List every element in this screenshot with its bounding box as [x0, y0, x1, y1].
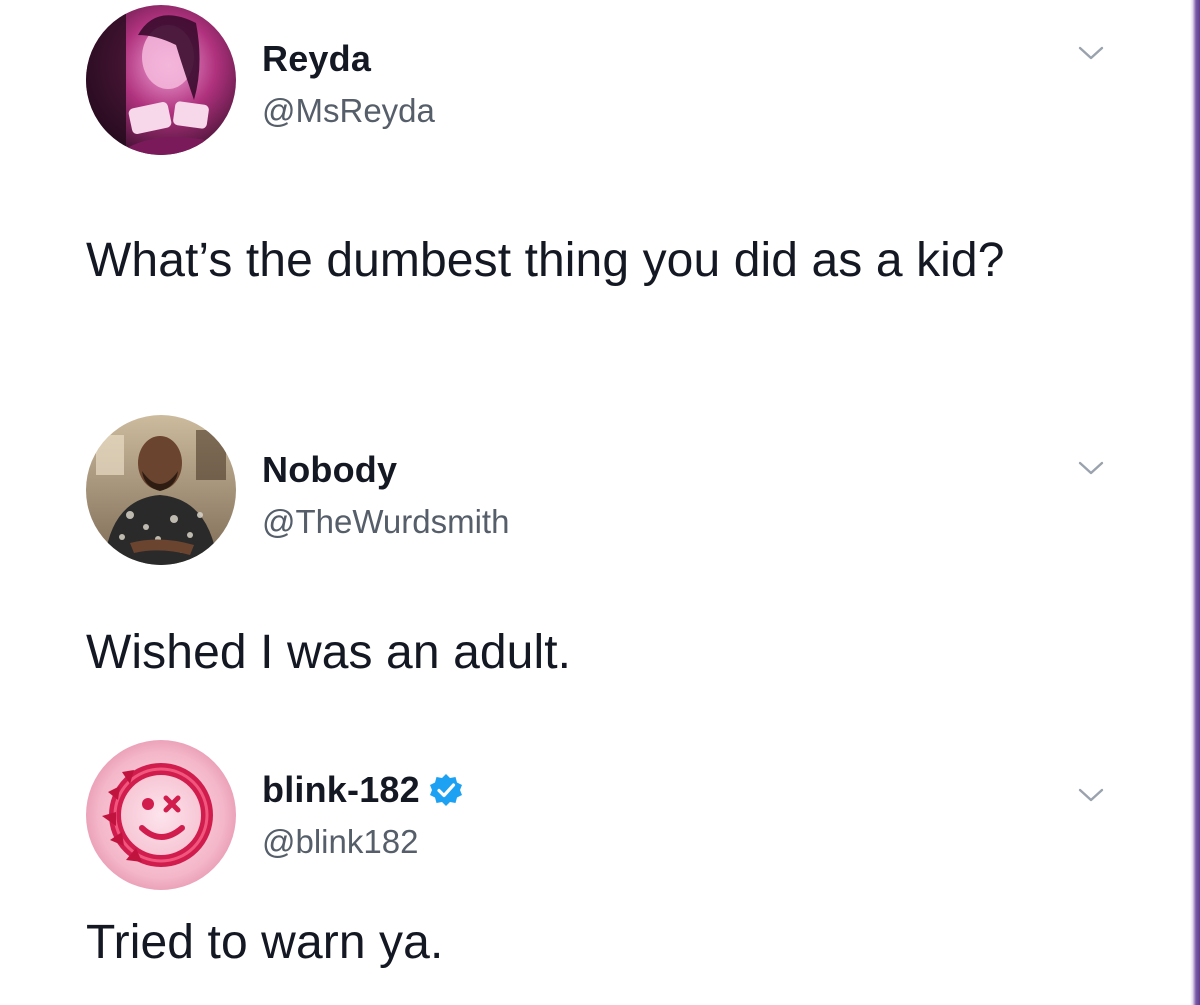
- tweet: Reyda @MsReyda What’s the dumbest thing …: [0, 0, 1190, 400]
- chevron-down-icon[interactable]: [1074, 457, 1108, 479]
- frame-edge: [1190, 0, 1200, 1005]
- avatar[interactable]: [86, 5, 236, 155]
- tweet: blink-182 @blink182 Tried to warn ya.: [0, 710, 1190, 1005]
- user-handle[interactable]: @TheWurdsmith: [262, 503, 509, 541]
- smiley-logo-avatar: [86, 740, 236, 890]
- avatar[interactable]: [86, 415, 236, 565]
- chevron-down-icon[interactable]: [1074, 42, 1108, 64]
- display-name-row: blink-182: [262, 769, 464, 811]
- tweet-text: Tried to warn ya.: [86, 916, 444, 969]
- tweet: Nobody @TheWurdsmith Wished I was an adu…: [0, 400, 1190, 710]
- user-handle[interactable]: @MsReyda: [262, 92, 435, 130]
- verified-badge-icon: [428, 772, 464, 808]
- user-photo-man-avatar: [86, 415, 236, 565]
- display-name[interactable]: Nobody: [262, 449, 397, 491]
- avatar[interactable]: [86, 740, 236, 890]
- tweet-text: What’s the dumbest thing you did as a ki…: [86, 234, 1005, 287]
- user-handle[interactable]: @blink182: [262, 823, 418, 861]
- user-photo-pink-avatar: [86, 5, 236, 155]
- tweet-text: Wished I was an adult.: [86, 626, 572, 679]
- display-name[interactable]: Reyda: [262, 38, 371, 80]
- chevron-down-icon[interactable]: [1074, 784, 1108, 806]
- display-name[interactable]: blink-182: [262, 769, 420, 811]
